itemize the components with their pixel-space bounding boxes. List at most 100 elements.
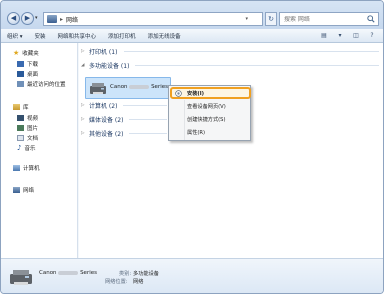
title-bar: ◀ ▶ ▾ ▸ 网络 ▾ ↻ — [1, 1, 383, 29]
sidebar-item-pictures[interactable]: 图片 — [17, 124, 38, 132]
device-name-suffix: Series — [151, 84, 168, 90]
group-other[interactable]: ▷ 其他设备 (2) — [81, 129, 123, 138]
expand-icon: ▷ — [81, 49, 85, 54]
printer-icon — [10, 270, 32, 285]
search-icon[interactable] — [367, 15, 375, 23]
organize-menu[interactable]: 组织 ▾ — [1, 32, 29, 40]
network-sharing-center-button[interactable]: 网络和共享中心 — [52, 32, 103, 40]
network-icon — [47, 15, 57, 23]
details-device-name: Canon Series — [39, 270, 97, 276]
menu-item-create-shortcut[interactable]: 创建快捷方式(S) — [187, 116, 225, 123]
star-icon: ★ — [13, 49, 20, 57]
sidebar-item-label: 最近访问的位置 — [27, 82, 66, 88]
sidebar-item-recent[interactable]: 最近访问的位置 — [17, 80, 66, 88]
sidebar-item-label: 图片 — [27, 126, 39, 132]
group-media[interactable]: ▷ 媒体设备 (2) — [81, 115, 123, 124]
group-label: 其他设备 (2) — [89, 131, 124, 138]
add-wireless-device-button[interactable]: 添加无线设备 — [142, 32, 187, 40]
view-dropdown-icon[interactable]: ▾ — [335, 31, 345, 40]
network-location-value: 网络 — [133, 279, 144, 285]
forward-button[interactable]: ▶ — [21, 12, 34, 25]
details-pane: Canon Series 类别: 多功能设备 网络位置: 网络 — [1, 258, 383, 293]
device-canon-printer[interactable]: Canon Series — [85, 77, 171, 99]
sidebar-item-downloads[interactable]: 下载 — [17, 60, 38, 68]
device-name-prefix: Canon — [110, 84, 128, 90]
group-label: 打印机 (1) — [89, 49, 118, 56]
search-box[interactable] — [279, 12, 379, 26]
pictures-icon — [17, 125, 24, 131]
expand-icon: ▷ — [81, 103, 85, 108]
sidebar-item-libraries[interactable]: 库 — [13, 103, 29, 111]
downloads-folder-icon — [17, 61, 24, 67]
change-view-icon[interactable]: ▤ — [319, 31, 329, 40]
sidebar-item-label: 文档 — [27, 136, 39, 142]
computer-icon — [13, 165, 20, 171]
add-printer-button[interactable]: 添加打印机 — [102, 32, 142, 40]
sidebar-item-desktop[interactable]: 桌面 — [17, 70, 38, 78]
videos-icon — [17, 115, 24, 121]
details-name-prefix: Canon — [39, 270, 57, 276]
help-icon[interactable]: ? — [367, 31, 377, 40]
refresh-button[interactable]: ↻ — [265, 12, 277, 26]
documents-icon — [17, 135, 24, 141]
group-divider — [124, 51, 379, 52]
group-divider — [135, 65, 379, 66]
group-label: 多功能设备 (1) — [89, 63, 130, 70]
back-button[interactable]: ◀ — [7, 12, 20, 25]
group-divider — [129, 119, 167, 120]
redacted-model — [58, 270, 79, 275]
sidebar-item-label: 下载 — [27, 62, 39, 68]
collapse-icon: ◢ — [81, 63, 85, 68]
breadcrumb-separator-icon[interactable]: ▸ — [60, 16, 63, 23]
expand-icon: ▷ — [81, 131, 85, 136]
menu-item-view-device-page[interactable]: 查看设备网页(V) — [187, 103, 226, 110]
redacted-model — [129, 84, 150, 89]
preview-pane-icon[interactable]: ◫ — [351, 31, 361, 40]
printer-icon — [90, 83, 106, 94]
install-button[interactable]: 安装 — [29, 32, 52, 40]
sidebar-item-computer[interactable]: 计算机 — [13, 164, 40, 172]
sidebar-item-label: 计算机 — [23, 166, 40, 172]
address-bar[interactable]: ▸ 网络 ▾ — [43, 12, 263, 26]
sidebar-item-music[interactable]: ♪ 音乐 — [17, 144, 35, 152]
group-divider — [129, 133, 167, 134]
sidebar-item-documents[interactable]: 文档 — [17, 134, 38, 142]
back-arrow-icon: ◀ — [10, 14, 17, 22]
sidebar-item-label: 网络 — [23, 188, 35, 194]
history-dropdown-icon[interactable]: ▾ — [35, 15, 38, 21]
category-value: 多功能设备 — [133, 271, 159, 277]
library-icon — [13, 104, 20, 110]
desktop-icon — [17, 71, 24, 77]
install-shield-icon — [175, 90, 182, 97]
category-label: 类别: — [119, 271, 132, 277]
explorer-window: ◀ ▶ ▾ ▸ 网络 ▾ ↻ 组织 ▾ 安装 网络和共享中心 添加打印机 添加无… — [0, 0, 384, 294]
recent-places-icon — [17, 81, 24, 87]
network-location-label: 网络位置: — [105, 279, 128, 285]
group-multifunction[interactable]: ◢ 多功能设备 (1) — [81, 61, 129, 70]
refresh-icon: ↻ — [268, 15, 274, 23]
group-computers[interactable]: ▷ 计算机 (2) — [81, 101, 117, 110]
group-label: 计算机 (2) — [89, 103, 118, 110]
breadcrumb-network[interactable]: 网络 — [66, 15, 78, 24]
sidebar-item-label: 视频 — [27, 116, 39, 122]
navigation-pane: ★ 收藏夹 下载 桌面 最近访问的位置 库 视频 图片 文档 ♪ 音乐 计算机 … — [1, 43, 78, 258]
group-divider — [123, 105, 167, 106]
menu-item-properties[interactable]: 属性(R) — [187, 129, 205, 136]
command-bar: 组织 ▾ 安装 网络和共享中心 添加打印机 添加无线设备 ▤ ▾ ◫ ? — [1, 29, 383, 43]
sidebar-item-label: 收藏夹 — [22, 51, 39, 57]
group-printers[interactable]: ▷ 打印机 (1) — [81, 47, 117, 56]
context-menu: 安装(I) 查看设备网页(V) 创建快捷方式(S) 属性(R) — [168, 85, 251, 141]
forward-arrow-icon: ▶ — [24, 14, 31, 22]
sidebar-item-label: 桌面 — [27, 72, 39, 78]
view-controls: ▤ ▾ ◫ ? — [319, 31, 377, 40]
sidebar-item-network[interactable]: 网络 — [13, 186, 34, 194]
sidebar-item-favorites[interactable]: ★ 收藏夹 — [13, 49, 39, 57]
menu-highlight — [170, 87, 251, 99]
details-name-suffix: Series — [80, 270, 97, 276]
search-input[interactable] — [284, 15, 364, 23]
address-dropdown-icon[interactable]: ▾ — [245, 16, 248, 22]
menu-item-install[interactable]: 安装(I) — [187, 90, 204, 97]
group-label: 媒体设备 (2) — [89, 117, 124, 124]
sidebar-item-videos[interactable]: 视频 — [17, 114, 38, 122]
sidebar-item-label: 库 — [23, 105, 29, 111]
